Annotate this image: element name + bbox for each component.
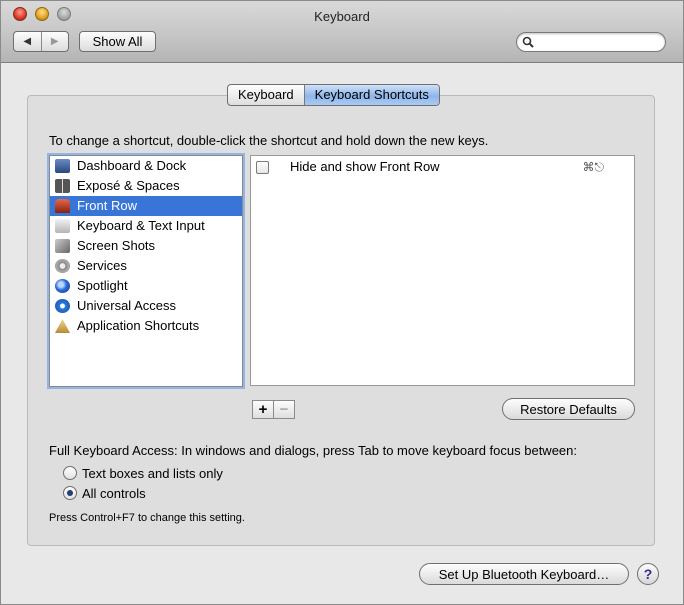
category-item-universal-access[interactable]: Universal Access bbox=[50, 296, 242, 316]
instructions-text: To change a shortcut, double-click the s… bbox=[49, 133, 489, 148]
setup-bluetooth-keyboard-button[interactable]: Set Up Bluetooth Keyboard… bbox=[419, 563, 629, 585]
titlebar: Keyboard ◀ ▶ Show All bbox=[1, 1, 683, 63]
universal-access-icon bbox=[55, 299, 70, 313]
radio-button-icon[interactable] bbox=[63, 486, 77, 500]
dock-icon bbox=[55, 159, 70, 173]
shortcut-label: Hide and show Front Row bbox=[290, 159, 440, 174]
gear-icon bbox=[55, 259, 70, 273]
front-row-icon bbox=[55, 199, 70, 213]
help-button[interactable]: ? bbox=[637, 563, 659, 585]
radio-button-icon[interactable] bbox=[63, 466, 77, 480]
radio-all-controls[interactable]: All controls bbox=[63, 484, 146, 502]
back-arrow-icon: ◀ bbox=[23, 36, 32, 47]
radio-label: All controls bbox=[82, 485, 146, 501]
shortcut-list[interactable]: Hide and show Front Row ⌘⎋ bbox=[250, 155, 635, 386]
radio-text-boxes-lists[interactable]: Text boxes and lists only bbox=[63, 464, 223, 482]
tab-keyboard[interactable]: Keyboard bbox=[228, 85, 304, 105]
shortcut-key[interactable]: ⌘⎋ bbox=[583, 156, 605, 178]
category-list[interactable]: Dashboard & Dock Exposé & Spaces Front R… bbox=[49, 155, 243, 387]
category-item-dashboard-dock[interactable]: Dashboard & Dock bbox=[50, 156, 242, 176]
remove-button[interactable]: − bbox=[273, 401, 294, 418]
preferences-window: Keyboard ◀ ▶ Show All Keyboard Keyboard … bbox=[0, 0, 684, 605]
show-all-button[interactable]: Show All bbox=[79, 31, 156, 52]
search-input[interactable] bbox=[516, 32, 666, 52]
keyboard-icon bbox=[55, 219, 70, 233]
screenshot-icon bbox=[55, 239, 70, 253]
add-remove-control: + − bbox=[252, 400, 295, 419]
forward-arrow-icon: ▶ bbox=[50, 36, 59, 47]
category-item-screen-shots[interactable]: Screen Shots bbox=[50, 236, 242, 256]
radio-label: Text boxes and lists only bbox=[82, 465, 223, 481]
category-item-application-shortcuts[interactable]: Application Shortcuts bbox=[50, 316, 242, 336]
shortcut-enabled-checkbox[interactable] bbox=[256, 161, 269, 174]
search-icon bbox=[522, 36, 534, 48]
back-button[interactable]: ◀ bbox=[14, 32, 41, 51]
spotlight-icon bbox=[55, 279, 70, 293]
category-item-spotlight[interactable]: Spotlight bbox=[50, 276, 242, 296]
tab-bar: Keyboard Keyboard Shortcuts bbox=[227, 84, 440, 106]
full-keyboard-access-label: Full Keyboard Access: In windows and dia… bbox=[49, 443, 577, 458]
full-keyboard-access-hint: Press Control+F7 to change this setting. bbox=[49, 512, 245, 524]
category-item-keyboard-text-input[interactable]: Keyboard & Text Input bbox=[50, 216, 242, 236]
spaces-icon bbox=[55, 179, 70, 193]
restore-defaults-button[interactable]: Restore Defaults bbox=[502, 398, 635, 420]
shortcut-row[interactable]: Hide and show Front Row ⌘⎋ bbox=[251, 156, 634, 178]
window-title: Keyboard bbox=[314, 9, 370, 24]
add-button[interactable]: + bbox=[253, 401, 273, 418]
app-shortcuts-icon bbox=[55, 319, 70, 333]
forward-button[interactable]: ▶ bbox=[40, 32, 69, 51]
tab-keyboard-shortcuts[interactable]: Keyboard Shortcuts bbox=[303, 85, 439, 105]
category-item-expose-spaces[interactable]: Exposé & Spaces bbox=[50, 176, 242, 196]
help-icon: ? bbox=[643, 566, 653, 582]
category-item-services[interactable]: Services bbox=[50, 256, 242, 276]
back-forward-control: ◀ ▶ bbox=[13, 31, 69, 52]
category-item-front-row[interactable]: Front Row bbox=[50, 196, 242, 216]
